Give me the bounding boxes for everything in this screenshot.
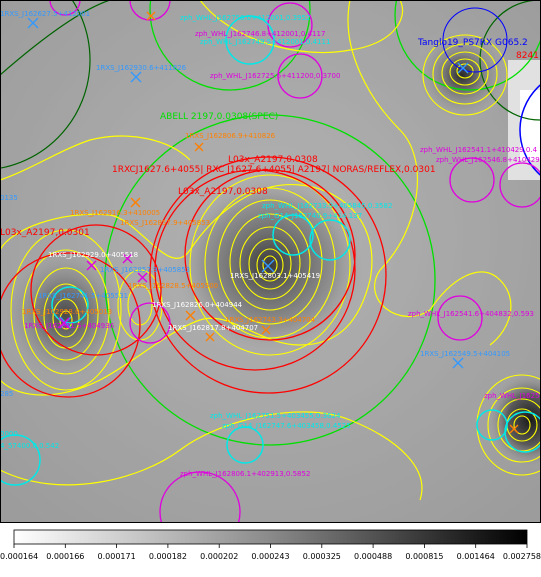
label-bottom-left2: 0000 — [0, 430, 18, 438]
label-rxs-c7: 1RXS_J162803.1+405419 — [230, 272, 320, 280]
colorbar-tick-label: 0.000164 — [0, 552, 38, 561]
colorbar-tick-label: 0.000488 — [354, 552, 392, 561]
colorbar-ticks: 0.000164 0.000166 0.000171 0.000182 0.000202… — [0, 544, 541, 561]
sky-image: zph_WHL_J162750.0+412001,0.3952 zph_WHL_… — [0, 0, 541, 523]
label-rxs-topleft: 1RXS_J162930.6+411826 — [96, 64, 187, 72]
label-rxs-c4: 1RXS_J162857.9+405853 — [100, 266, 190, 274]
label-zph-top4: zph_WHL_J162725.6+411200,0.3700 — [210, 72, 340, 80]
label-zph-right1: zph_WHL_J162541.1+410429,0.4 — [420, 146, 538, 154]
colorbar-tick-label: 0.000325 — [303, 552, 341, 561]
label-abell: ABELL 2197,0.0308(SPEC) — [160, 112, 278, 122]
label-tanglo-value: 8241 — [516, 51, 539, 61]
label-rxs-c9: 1RXS_J162817.8+404707 — [168, 324, 258, 332]
label-rxs-left2: 1RXS_J162921.5+404936 — [24, 322, 115, 330]
colorbar: 0.000164 0.000166 0.000171 0.000182 0.000202… — [0, 529, 541, 561]
colorbar-tick-label: 0.000171 — [98, 552, 136, 561]
label-zph-bottom1: zph_WHL_J162751.5+403455,0.3624 — [210, 412, 341, 420]
label-zph-top1: zph_WHL_J162750.0+412001,0.3952 — [180, 14, 310, 22]
label-rxs-c3: 1RXS_J162929.0+405518 — [48, 251, 138, 259]
label-rxs-left1: 1RXS_J162928.0+405013 — [22, 308, 112, 316]
colorbar-tick-label: 0.002758 — [503, 552, 541, 561]
label-rxs-c10: 1RXS_J162743.3+404704 — [225, 316, 316, 324]
label-zph-top2: zph_WHL_J162746.8+412001,0.4117 — [195, 30, 325, 38]
label-l03x-left: L03x_A2197,0.0301 — [0, 228, 90, 238]
label-zph-top3: zph_WHL_J162749.5+412001,0.4111 — [200, 38, 330, 46]
label-rxs-c6: 1RXS_J162741.5+405531 — [38, 292, 128, 300]
label-main-red: 1RXCJ1627.6+4055| RXC J1627.6+4055| A219… — [112, 165, 436, 175]
sky-image-viewer[interactable]: zph_WHL_J162750.0+412001,0.3952 zph_WHL_… — [0, 0, 541, 577]
label-rxs-c8: 1RXS_J162826.0+404944 — [152, 301, 243, 309]
colorbar-tick-label: 0.000166 — [46, 552, 84, 561]
label-rxs-c1: 1RXS_J162916.3+410005 — [70, 209, 160, 217]
label-zph-center1: zph_WHL_J162733.9+405845,0.3582 — [262, 202, 392, 210]
colorbar-tick-label: 0.000182 — [149, 552, 187, 561]
label-rxs-abell: 1RXS_J162806.9+410826 — [185, 132, 276, 140]
label-zph-center2: zph_G14_J162740.9+414.137 — [258, 212, 362, 220]
label-rxs-c2: 1RXS_J162857.9+405853 — [120, 219, 210, 227]
label-rxs-leftedge: 0135 — [0, 194, 18, 202]
colorbar-tick-label: 0.000815 — [405, 552, 443, 561]
label-zph-mid-right: zph_WHL_J162541.6+404832,0.593 — [408, 310, 534, 318]
label-rxs-c5: 1RXS_J162828.5+405500 — [128, 282, 218, 290]
label-rxs-mid-right: 1RXS_J162549.5+404105 — [420, 350, 510, 358]
colorbar-tick-label: 0.000243 — [251, 552, 289, 561]
label-zph-right-bottom: zph_WHL_J162547 — [484, 392, 541, 400]
label-l03x-b: L03x_A2197,0.0308 — [178, 187, 268, 197]
label-zph-right2: zph_WHL_J162546.8+410429,0.4 — [436, 156, 541, 164]
colorbar-gradient — [13, 529, 528, 545]
label-leftedge-285: 285 — [0, 390, 13, 398]
label-rxs-top: 1RXS_J162627.5+412001 — [0, 10, 90, 18]
colorbar-tick-label: 0.001464 — [457, 552, 495, 561]
label-tanglo: Tanglo19_PS7RX G065.2 — [417, 38, 528, 48]
label-zph-bottom2: zph_G14_J162747.6+403458,0.4525 — [222, 422, 351, 430]
label-l03x: L03x_A2197,0.0308 — [228, 155, 318, 165]
label-zph-bottom3: zph_WHL_J162806.1+402913,0.5852 — [180, 470, 310, 478]
label-bottom-left: 4_57400.0,0.542 — [0, 442, 59, 450]
colorbar-tick-label: 0.000202 — [200, 552, 238, 561]
